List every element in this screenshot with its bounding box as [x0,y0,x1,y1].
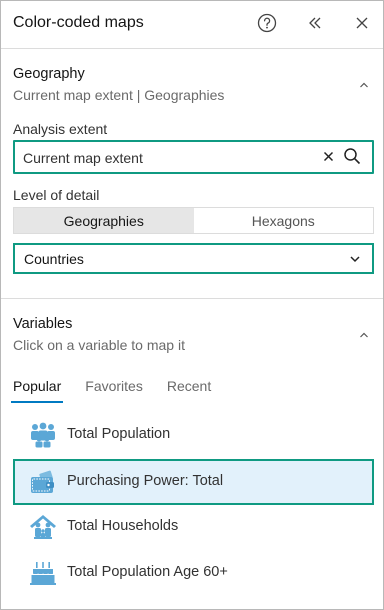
collapse-panel-button[interactable] [303,13,327,37]
level-of-detail-toggle: Geographies Hexagons [13,207,374,234]
analysis-extent-input[interactable] [23,148,303,168]
household-icon [29,514,57,540]
level-of-detail-label: Level of detail [13,187,100,203]
panel-title: Color-coded maps [13,14,144,31]
chevron-down-icon [348,252,362,266]
tab-favorites[interactable]: Favorites [85,377,143,403]
color-coded-maps-panel: Color-coded maps Geography Current map e… [0,0,384,610]
variable-label: Total Population Age 60+ [67,564,228,580]
variables-collapse-toggle[interactable] [357,329,371,343]
variable-label: Purchasing Power: Total [67,473,224,489]
variables-tabs: Popular Favorites Recent [10,377,235,403]
variable-label: Total Population [67,426,171,442]
variable-purchasing-power-total[interactable]: Purchasing Power: Total [13,459,374,505]
variable-total-population-age-60[interactable]: Total Population Age 60+ [13,550,374,596]
variable-label: Total Households [67,518,179,534]
search-icon [343,147,361,170]
chevron-up-icon [359,77,369,95]
boundary-select[interactable]: Countries [13,243,374,274]
search-button[interactable] [343,147,361,170]
close-icon [323,149,334,167]
wallet-icon [29,469,57,495]
people-icon [29,422,57,448]
boundary-select-value: Countries [24,251,84,267]
variables-section-title[interactable]: Variables [13,316,72,332]
segment-geographies[interactable]: Geographies [14,208,194,233]
geography-collapse-toggle[interactable] [357,79,371,93]
tab-popular[interactable]: Popular [10,377,64,403]
section-divider [1,298,383,299]
birthday-cake-icon [29,560,57,586]
geography-section-subtitle: Current map extent | Geographies [13,87,225,103]
panel-header: Color-coded maps [1,1,383,49]
variable-total-population[interactable]: Total Population [13,412,374,458]
variables-section-subtitle: Click on a variable to map it [13,337,185,353]
segment-hexagons[interactable]: Hexagons [194,208,374,233]
close-icon [355,16,369,35]
close-button[interactable] [350,13,374,37]
analysis-extent-search [13,140,374,174]
tab-recent[interactable]: Recent [167,377,211,403]
clear-search-button[interactable] [319,149,337,167]
help-icon [257,13,277,38]
help-button[interactable] [255,13,279,37]
chevron-up-icon [359,327,369,345]
chevrons-left-icon [306,14,324,37]
variable-total-households[interactable]: Total Households [13,504,374,550]
analysis-extent-label: Analysis extent [13,121,108,137]
geography-section-title[interactable]: Geography [13,66,85,82]
